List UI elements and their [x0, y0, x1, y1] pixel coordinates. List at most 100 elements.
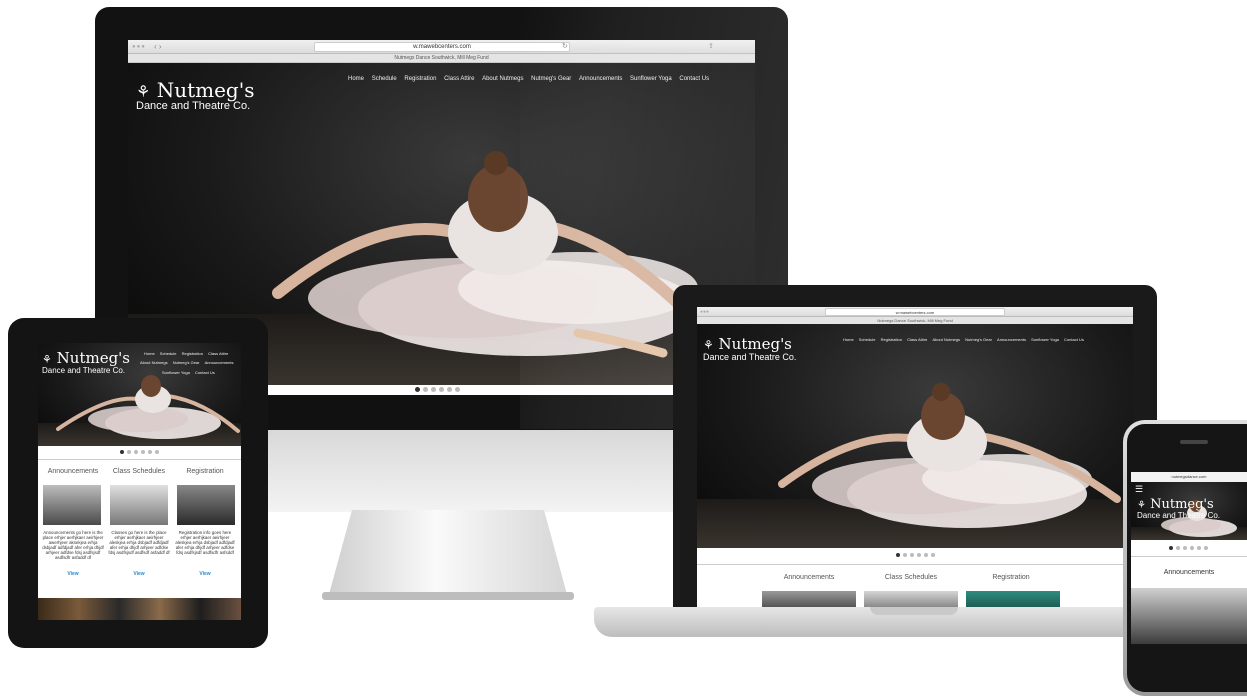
laptop-nav-gear[interactable]: Nutmeg's Gear: [965, 337, 992, 342]
tablet-divider: [38, 459, 241, 460]
laptop-site-logo[interactable]: ⚘ Nutmeg's Dance and Theatre Co.: [703, 335, 797, 362]
tablet-view-link[interactable]: View: [174, 571, 236, 577]
slider-dot[interactable]: [134, 450, 138, 454]
nav-schedule[interactable]: Schedule: [372, 76, 397, 82]
slider-dot[interactable]: [910, 553, 914, 557]
tablet-nav-home[interactable]: Home: [144, 351, 155, 356]
slider-dot[interactable]: [903, 553, 907, 557]
tablet-site-logo[interactable]: ⚘ Nutmeg's Dance and Theatre Co.: [42, 349, 130, 375]
monitor-stand: [328, 510, 568, 598]
site-logo[interactable]: ⚘ Nutmeg's Dance and Theatre Co.: [136, 80, 255, 113]
tablet-nav-yoga[interactable]: Sunflower Yoga: [162, 370, 190, 375]
laptop-slider-dots[interactable]: [896, 553, 935, 557]
laptop-nav-announcements[interactable]: Announcements: [997, 337, 1026, 342]
phone-slider-dots[interactable]: [1169, 546, 1208, 550]
laptop-nav-yoga[interactable]: Sunflower Yoga: [1031, 337, 1059, 342]
slider-dot[interactable]: [924, 553, 928, 557]
tablet-nav-contact[interactable]: Contact Us: [195, 370, 215, 375]
tablet-footer-gallery[interactable]: [38, 598, 241, 620]
slider-dot[interactable]: [917, 553, 921, 557]
tablet-card-image[interactable]: [110, 485, 168, 525]
laptop-nav-registration[interactable]: Registration: [881, 337, 902, 342]
nav-registration[interactable]: Registration: [404, 76, 436, 82]
laptop-logo-line2: Dance and Theatre Co.: [703, 351, 797, 362]
phone-logo-line1: Nutmeg's: [1150, 497, 1214, 512]
tablet-card-title-schedules[interactable]: Class Schedules: [106, 468, 172, 475]
logo-line2: Dance and Theatre Co.: [136, 100, 251, 112]
tablet-nav-class-attire[interactable]: Class Attire: [208, 351, 228, 356]
tablet-screen: ⚘ Nutmeg's Dance and Theatre Co. Home Sc…: [38, 343, 241, 620]
nav-announcements[interactable]: Announcements: [579, 76, 622, 82]
nav-about[interactable]: About Nutmegs: [482, 76, 523, 82]
laptop-card-title-schedules[interactable]: Class Schedules: [861, 574, 961, 581]
browser-toolbar: ●●● ‹ › w.mawebcenters.com ↻ ⇪: [128, 40, 755, 54]
tablet-logo-line1: Nutmeg's: [56, 349, 130, 367]
laptop-window-controls-icon[interactable]: ●●●: [700, 309, 709, 315]
nav-yoga[interactable]: Sunflower Yoga: [630, 76, 672, 82]
hamburger-icon[interactable]: ☰: [1135, 484, 1143, 495]
laptop-address-text: w.mawebcenters.com: [895, 310, 935, 315]
laptop-nav-home[interactable]: Home: [843, 337, 854, 342]
phone-address-text[interactable]: nutmegsdance.com: [1131, 474, 1247, 479]
slider-dots[interactable]: [415, 387, 460, 392]
slider-dot[interactable]: [455, 387, 460, 392]
slider-dot[interactable]: [120, 450, 124, 454]
tablet-slider-dots[interactable]: [120, 450, 159, 454]
slider-dot[interactable]: [1176, 546, 1180, 550]
tablet-nav-announcements[interactable]: Announcements: [205, 360, 234, 365]
nav-home[interactable]: Home: [348, 76, 364, 82]
tablet-nav-about[interactable]: About Nutmegs: [140, 360, 168, 365]
tablet-card-image[interactable]: [177, 485, 235, 525]
slider-dot[interactable]: [1169, 546, 1173, 550]
tablet-nav-schedule[interactable]: Schedule: [160, 351, 177, 356]
share-icon[interactable]: ⇪: [708, 42, 714, 50]
laptop-nav-schedule[interactable]: Schedule: [859, 337, 876, 342]
nav-class-attire[interactable]: Class Attire: [444, 76, 474, 82]
laptop-card-image[interactable]: [762, 591, 856, 607]
laptop-nav-about[interactable]: About Nutmegs: [932, 337, 960, 342]
tablet-card-title-announcements[interactable]: Announcements: [40, 468, 106, 475]
nav-contact[interactable]: Contact Us: [679, 76, 709, 82]
slider-dot[interactable]: [155, 450, 159, 454]
slider-dot[interactable]: [447, 387, 452, 392]
window-controls-icon[interactable]: ●●●: [132, 44, 146, 50]
laptop-nav-class-attire[interactable]: Class Attire: [907, 337, 927, 342]
slider-dot[interactable]: [439, 387, 444, 392]
slider-dot[interactable]: [1190, 546, 1194, 550]
tablet-nav-gear[interactable]: Nutmeg's Gear: [173, 360, 200, 365]
slider-dot[interactable]: [127, 450, 131, 454]
slider-dot[interactable]: [431, 387, 436, 392]
slider-dot[interactable]: [1204, 546, 1208, 550]
address-bar[interactable]: w.mawebcenters.com: [314, 42, 570, 52]
tablet-view-link[interactable]: View: [108, 571, 170, 577]
slider-dot[interactable]: [1183, 546, 1187, 550]
tablet-card-title-registration[interactable]: Registration: [172, 468, 238, 475]
laptop-tab-title[interactable]: Nutmegs Dance Southwick, Mill Meg Fund: [697, 318, 1133, 323]
slider-dot[interactable]: [931, 553, 935, 557]
laptop-card-title-announcements[interactable]: Announcements: [759, 574, 859, 581]
laptop-card-image[interactable]: [864, 591, 958, 607]
nav-gear[interactable]: Nutmeg's Gear: [531, 76, 571, 82]
laptop-card-title-registration[interactable]: Registration: [961, 574, 1061, 581]
tablet-card-image[interactable]: [43, 485, 101, 525]
slider-dot[interactable]: [141, 450, 145, 454]
phone-card-image[interactable]: [1131, 588, 1247, 644]
laptop-address-bar[interactable]: w.mawebcenters.com: [825, 308, 1005, 316]
reload-icon[interactable]: ↻: [562, 42, 568, 50]
tablet-view-link[interactable]: View: [42, 571, 104, 577]
laptop-nav-contact[interactable]: Contact Us: [1064, 337, 1084, 342]
tab-title[interactable]: Nutmegs Dance Southwick, Mill Meg Fund: [128, 55, 755, 61]
phone-card-title[interactable]: Announcements: [1131, 569, 1247, 576]
tablet-nav-registration[interactable]: Registration: [182, 351, 203, 356]
slider-dot[interactable]: [415, 387, 420, 392]
phone-site-logo[interactable]: ⚘ Nutmeg's Dance and Theatre Co.: [1137, 498, 1220, 520]
tablet-nav-row3: Sunflower Yoga Contact Us: [162, 370, 215, 375]
laptop-logo-line1: Nutmeg's: [718, 335, 792, 353]
laptop-card-image[interactable]: [966, 591, 1060, 607]
slider-dot[interactable]: [423, 387, 428, 392]
slider-dot[interactable]: [148, 450, 152, 454]
slider-dot[interactable]: [896, 553, 900, 557]
slider-dot[interactable]: [1197, 546, 1201, 550]
tablet-card-text-announcements: Announcements go here is the place erhje…: [42, 530, 104, 561]
back-forward-icon[interactable]: ‹ ›: [154, 42, 162, 51]
